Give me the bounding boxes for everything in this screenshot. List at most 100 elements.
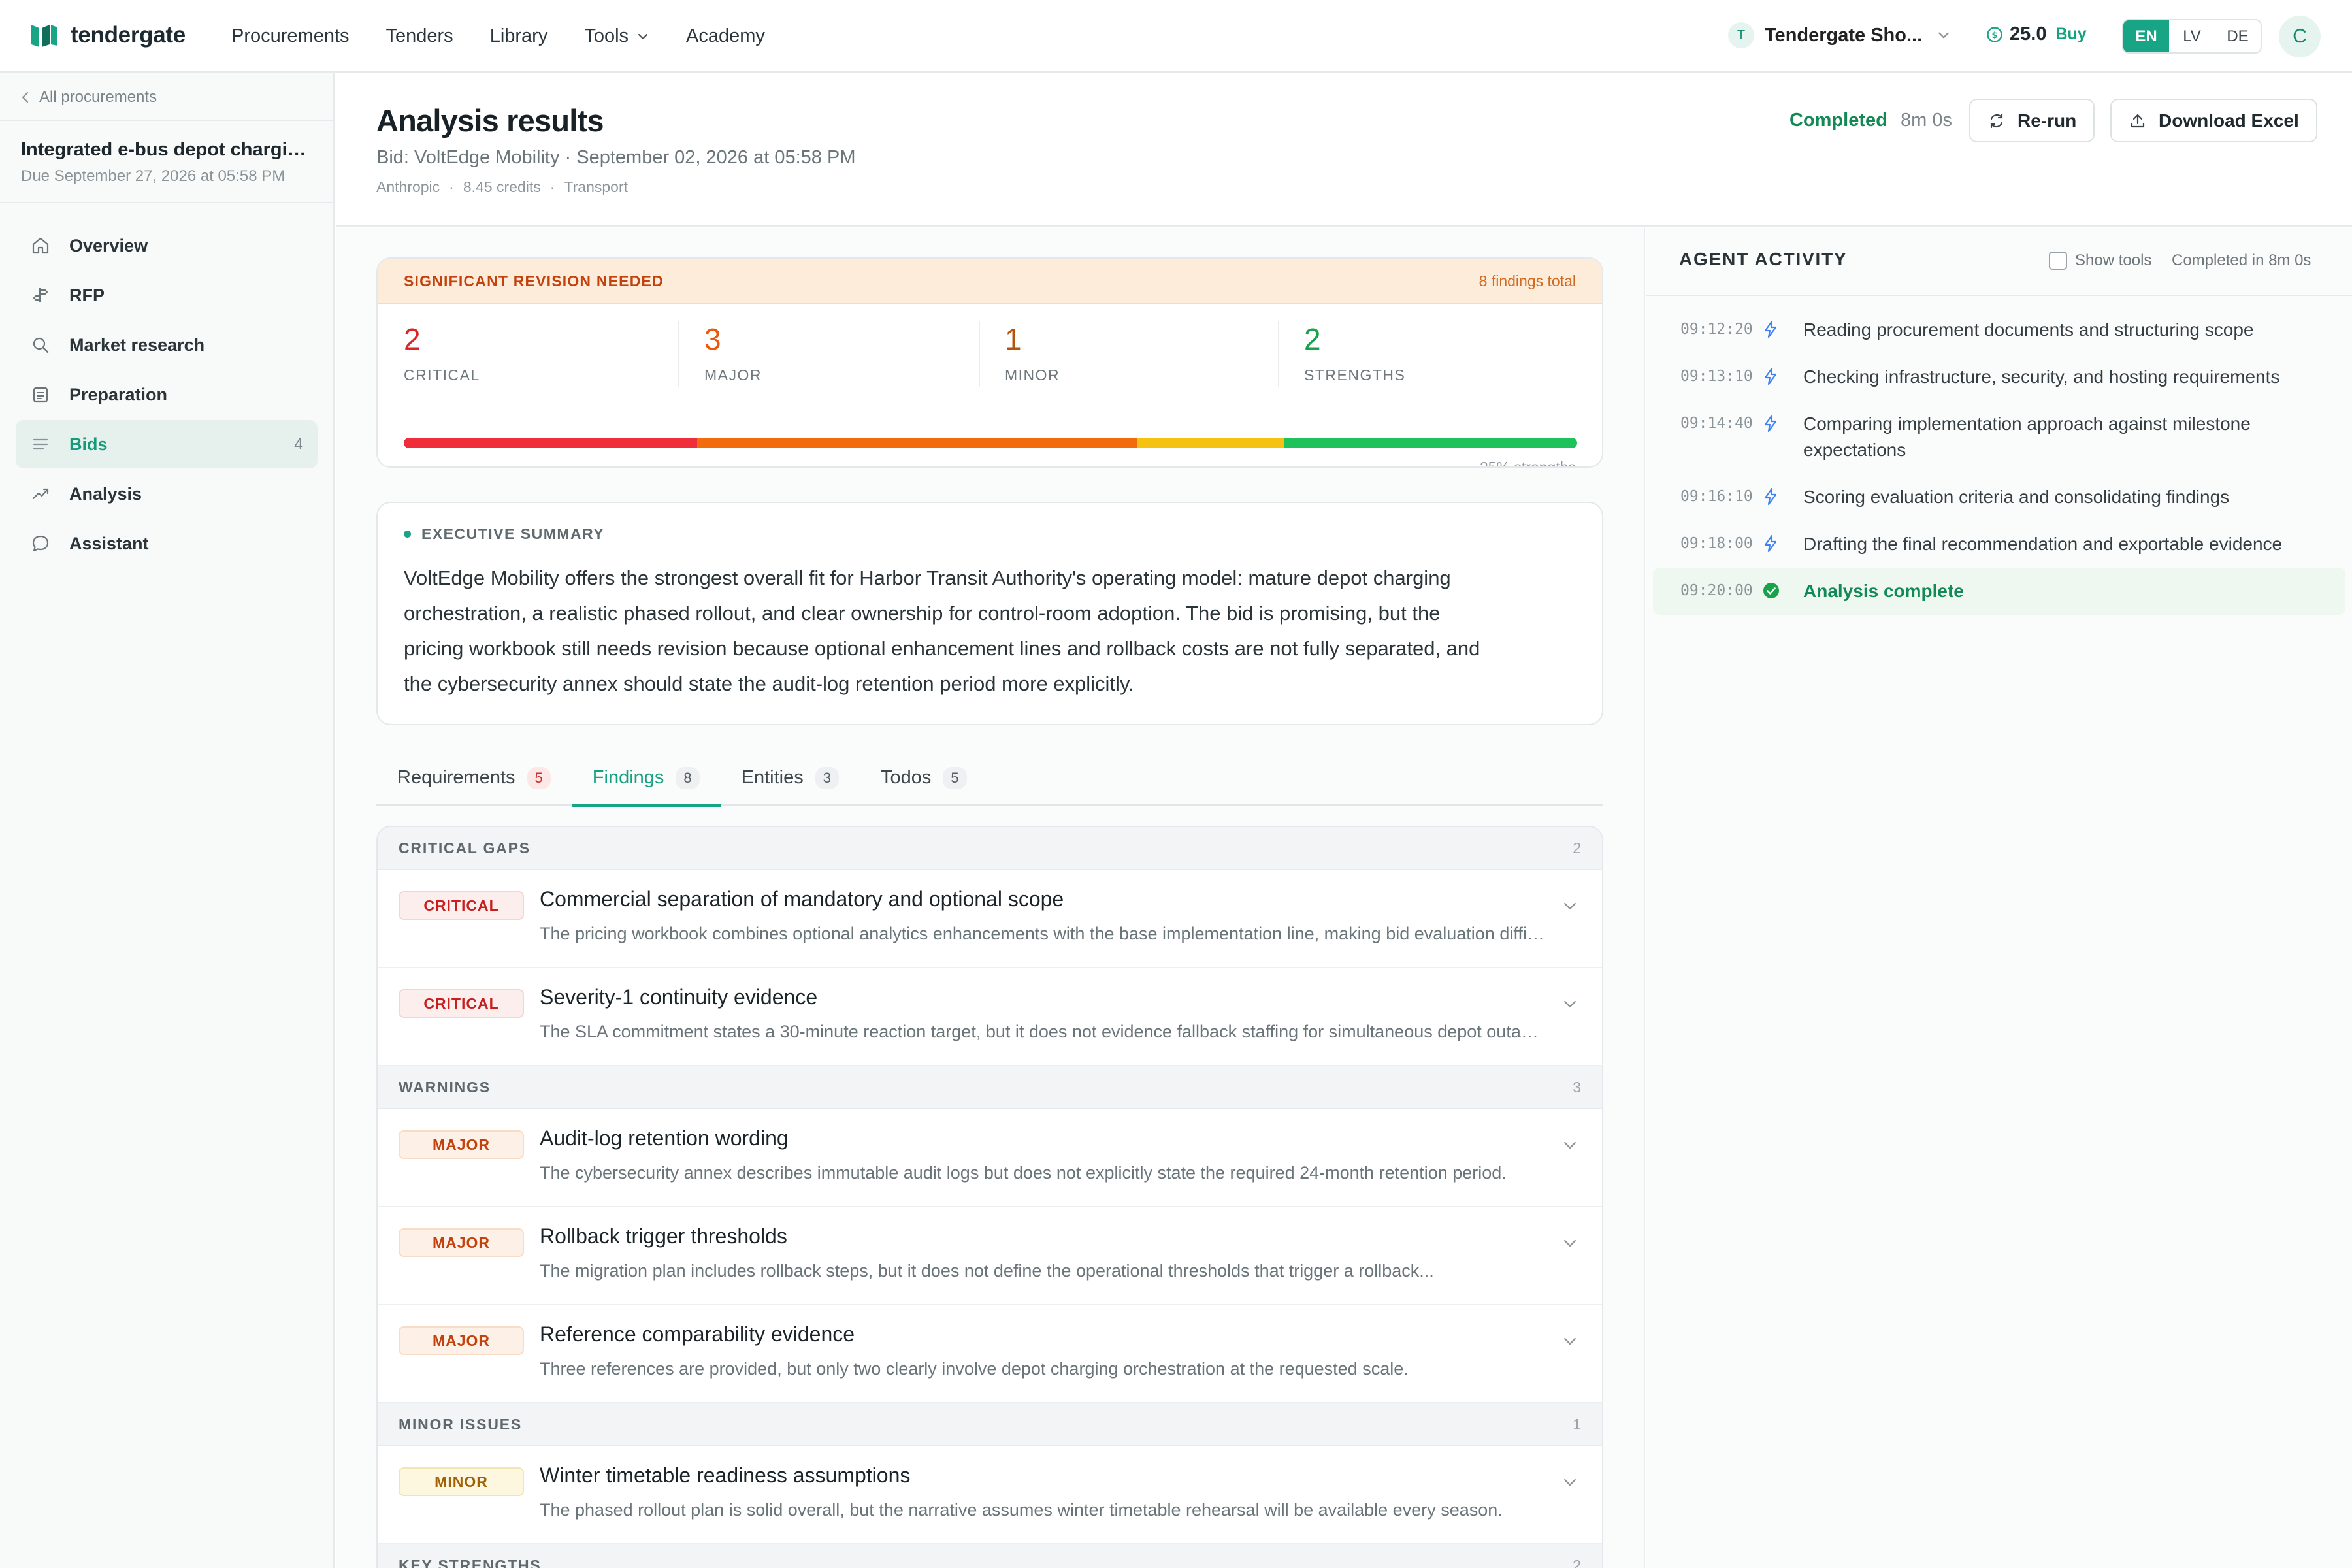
list-icon bbox=[30, 434, 51, 454]
tab-label: Requirements bbox=[397, 767, 515, 788]
home-icon bbox=[30, 236, 51, 255]
nav-tools-dropdown[interactable]: Tools bbox=[584, 25, 649, 47]
score-card: SIGNIFICANT REVISION NEEDED 8 findings t… bbox=[376, 257, 1603, 468]
show-tools-checkbox[interactable] bbox=[2049, 252, 2067, 270]
nav-academy[interactable]: Academy bbox=[686, 25, 765, 47]
major-count: 3 MAJOR bbox=[678, 306, 979, 391]
sidebar-item-bids[interactable]: Bids 4 bbox=[16, 420, 318, 468]
activity-item: 09:16:10 Scoring evaluation criteria and… bbox=[1653, 474, 2345, 521]
search-icon bbox=[30, 335, 51, 355]
tab-requirements[interactable]: Requirements 5 bbox=[376, 758, 572, 806]
download-excel-button[interactable]: Download Excel bbox=[2110, 99, 2317, 142]
group-count: 2 bbox=[1573, 839, 1581, 857]
chevron-down-icon[interactable] bbox=[1561, 1137, 1578, 1154]
activity-text: Reading procurement documents and struct… bbox=[1803, 319, 2254, 340]
activity-title: AGENT ACTIVITY bbox=[1679, 249, 1848, 269]
nav-library[interactable]: Library bbox=[490, 25, 548, 47]
activity-time: 09:18:00 bbox=[1680, 535, 1753, 552]
findings-list: CRITICAL GAPS 2 CRITICAL Commercial sepa… bbox=[376, 826, 1603, 1568]
tab-count-badge: 3 bbox=[815, 767, 840, 789]
nav-label: Procurements bbox=[231, 25, 350, 46]
sidebar-nav: Overview RFP Market research Preparation… bbox=[16, 221, 318, 569]
svg-text:$: $ bbox=[1991, 31, 1997, 41]
coin-icon: $ bbox=[1986, 26, 2003, 43]
sidebar-item-market-research[interactable]: Market research bbox=[16, 321, 318, 369]
finding-row[interactable]: CRITICAL Commercial separation of mandat… bbox=[378, 870, 1602, 968]
chevron-down-icon bbox=[1936, 28, 1951, 42]
chevron-down-icon[interactable] bbox=[1561, 1235, 1578, 1252]
activity-item: 09:12:20 Reading procurement documents a… bbox=[1653, 306, 2345, 353]
sidebar-item-label: Market research bbox=[69, 335, 205, 355]
finding-row[interactable]: MAJOR Rollback trigger thresholds The mi… bbox=[378, 1207, 1602, 1305]
sidebar-item-preparation[interactable]: Preparation bbox=[16, 370, 318, 419]
tab-findings[interactable]: Findings 8 bbox=[571, 758, 721, 807]
language-switcher: EN LV DE bbox=[2122, 19, 2262, 54]
severity-badge: MAJOR bbox=[399, 1228, 524, 1257]
logo-text: tendergate bbox=[71, 22, 186, 48]
group-count: 3 bbox=[1573, 1078, 1581, 1096]
show-tools-toggle[interactable]: Show tools bbox=[2049, 252, 2151, 270]
finding-title: Commercial separation of mandatory and o… bbox=[540, 887, 1064, 911]
chevron-down-icon[interactable] bbox=[1561, 898, 1578, 915]
finding-row[interactable]: CRITICAL Severity-1 continuity evidence … bbox=[378, 968, 1602, 1066]
sidebar-item-assistant[interactable]: Assistant bbox=[16, 519, 318, 568]
lightning-icon bbox=[1762, 367, 1779, 386]
activity-text: Analysis complete bbox=[1803, 581, 1964, 601]
chevron-down-icon[interactable] bbox=[1561, 996, 1578, 1013]
divider bbox=[0, 120, 335, 121]
nav-procurements[interactable]: Procurements bbox=[231, 25, 350, 47]
analysis-meta: Anthropic · 8.45 credits · Transport bbox=[376, 178, 628, 196]
findings-total: 8 findings total bbox=[1478, 272, 1576, 289]
upload-icon bbox=[2129, 112, 2159, 130]
organization-switcher[interactable]: T Tendergate Sho... bbox=[1728, 22, 1951, 48]
finding-description: The pricing workbook combines optional a… bbox=[540, 924, 1546, 943]
sidebar-item-rfp[interactable]: RFP bbox=[16, 271, 318, 319]
sidebar-item-overview[interactable]: Overview bbox=[16, 221, 318, 270]
tab-todos[interactable]: Todos 5 bbox=[860, 758, 988, 806]
top-navigation-bar: tendergate Procurements Tenders Library … bbox=[0, 0, 2352, 73]
rerun-label: Re-run bbox=[2017, 110, 2077, 131]
tab-count-badge: 8 bbox=[676, 767, 700, 789]
lightning-icon bbox=[1762, 319, 1779, 339]
count-value: 2 bbox=[404, 322, 421, 356]
finding-row[interactable]: MAJOR Reference comparability evidence T… bbox=[378, 1305, 1602, 1403]
count-label: MINOR bbox=[1005, 367, 1060, 384]
finding-description: The cybersecurity annex describes immuta… bbox=[540, 1163, 1507, 1183]
refresh-icon bbox=[1987, 112, 2017, 130]
user-avatar[interactable]: C bbox=[2279, 16, 2321, 57]
lang-en-button[interactable]: EN bbox=[2123, 20, 2169, 52]
separator-dot: · bbox=[549, 178, 555, 195]
main-content: SIGNIFICANT REVISION NEEDED 8 findings t… bbox=[336, 228, 1645, 1568]
finding-row[interactable]: MAJOR Audit-log retention wording The cy… bbox=[378, 1109, 1602, 1207]
finding-row[interactable]: MINOR Winter timetable readiness assumpt… bbox=[378, 1446, 1602, 1544]
app-logo[interactable]: tendergate bbox=[30, 22, 186, 48]
summary-heading-label: EXECUTIVE SUMMARY bbox=[421, 525, 605, 542]
back-link-label: All procurements bbox=[39, 88, 157, 106]
activity-text: Scoring evaluation criteria and consolid… bbox=[1803, 487, 2230, 507]
minor-count: 1 MINOR bbox=[979, 306, 1278, 391]
severity-badge: MAJOR bbox=[399, 1130, 524, 1159]
lang-de-button[interactable]: DE bbox=[2215, 20, 2261, 52]
check-circle-icon bbox=[1762, 581, 1780, 600]
logo-icon bbox=[30, 22, 59, 48]
tab-entities[interactable]: Entities 3 bbox=[721, 758, 860, 806]
back-to-procurements-link[interactable]: All procurements bbox=[21, 88, 157, 106]
finding-title: Audit-log retention wording bbox=[540, 1126, 789, 1150]
group-header-strengths: KEY STRENGTHS 2 bbox=[378, 1544, 1602, 1568]
rerun-button[interactable]: Re-run bbox=[1969, 99, 2095, 142]
bids-count-badge: 4 bbox=[294, 434, 303, 453]
group-title: CRITICAL GAPS bbox=[399, 839, 531, 857]
signpost-icon bbox=[30, 286, 51, 305]
count-value: 3 bbox=[704, 322, 721, 356]
divider bbox=[979, 321, 980, 387]
chevron-down-icon[interactable] bbox=[1561, 1333, 1578, 1350]
nav-tenders[interactable]: Tenders bbox=[386, 25, 453, 47]
duration-label: 8m 0s bbox=[1901, 110, 1952, 131]
bid-info: Bid: VoltEdge Mobility · September 02, 2… bbox=[376, 147, 856, 168]
buy-credits-link[interactable]: Buy bbox=[2055, 25, 2086, 44]
sidebar-item-analysis[interactable]: Analysis bbox=[16, 470, 318, 518]
finding-title: Reference comparability evidence bbox=[540, 1322, 855, 1346]
summary-text: VoltEdge Mobility offers the strongest o… bbox=[404, 566, 1480, 695]
chevron-down-icon[interactable] bbox=[1561, 1474, 1578, 1491]
lang-lv-button[interactable]: LV bbox=[2169, 20, 2215, 52]
